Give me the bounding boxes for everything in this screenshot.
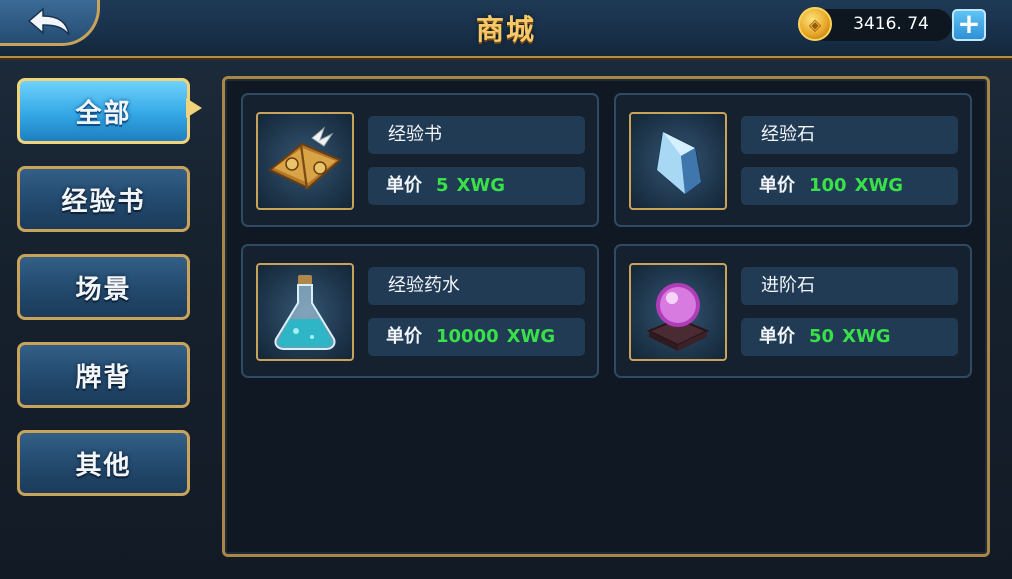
price-label: 单价 xyxy=(759,175,795,196)
price-value: 10000 xyxy=(436,326,499,347)
active-tab-pointer-icon xyxy=(186,98,202,118)
item-icon-frame xyxy=(629,112,727,210)
item-name: 经验书 xyxy=(368,116,585,154)
item-name: 经验石 xyxy=(741,116,958,154)
item-price: 单价 5 XWG xyxy=(368,167,585,205)
currency-amount: 3416. 74 xyxy=(853,14,929,34)
item-icon-frame xyxy=(629,263,727,361)
item-icon-frame xyxy=(256,263,354,361)
shop-item-card[interactable]: 进阶石 单价 50 XWG xyxy=(614,244,972,378)
price-value: 50 xyxy=(809,326,835,347)
tab-experience-book[interactable]: 经验书 xyxy=(17,166,190,232)
price-label: 单价 xyxy=(386,326,422,347)
item-name: 经验药水 xyxy=(368,267,585,305)
item-price: 单价 100 XWG xyxy=(741,167,958,205)
shop-panel: 经验书 单价 5 XWG 经验石 单价 100 XWG 经验药水 单价 1000… xyxy=(222,76,990,557)
price-unit: XWG xyxy=(456,175,506,196)
item-price: 单价 50 XWG xyxy=(741,318,958,356)
experience-potion-icon xyxy=(274,275,336,350)
price-label: 单价 xyxy=(759,326,795,347)
price-unit: XWG xyxy=(842,326,891,347)
tab-label: 全部 xyxy=(75,98,132,129)
tab-label: 其他 xyxy=(75,450,132,481)
advancement-stone-icon xyxy=(646,283,710,351)
shop-item-card[interactable]: 经验石 单价 100 XWG xyxy=(614,93,972,227)
price-unit: XWG xyxy=(854,175,904,196)
shop-item-card[interactable]: 经验书 单价 5 XWG xyxy=(241,93,599,227)
experience-stone-icon xyxy=(655,130,703,196)
experience-book-icon xyxy=(268,126,342,190)
price-value: 5 xyxy=(436,175,449,196)
item-name: 进阶石 xyxy=(741,267,958,305)
price-value: 100 xyxy=(809,175,847,196)
tab-scene[interactable]: 场景 xyxy=(17,254,190,320)
plus-icon: + xyxy=(957,7,981,40)
item-icon-frame xyxy=(256,112,354,210)
tab-all[interactable]: 全部 xyxy=(17,78,190,144)
gold-coin-icon: ◈ xyxy=(798,7,832,41)
tab-label: 牌背 xyxy=(75,362,132,393)
shop-item-card[interactable]: 经验药水 单价 10000 XWG xyxy=(241,244,599,378)
item-price: 单价 10000 XWG xyxy=(368,318,585,356)
tab-label: 场景 xyxy=(75,274,132,305)
tab-other[interactable]: 其他 xyxy=(17,430,190,496)
tab-card-back[interactable]: 牌背 xyxy=(17,342,190,408)
price-label: 单价 xyxy=(386,175,422,196)
price-unit: XWG xyxy=(506,326,556,347)
add-currency-button[interactable]: + xyxy=(952,9,986,41)
tab-label: 经验书 xyxy=(61,186,146,217)
